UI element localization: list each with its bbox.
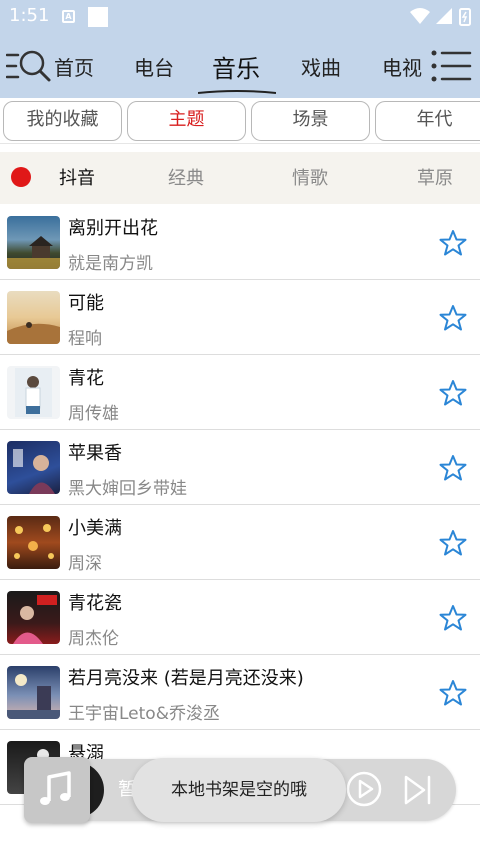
favorite-star-icon[interactable] [439, 529, 467, 557]
song-row[interactable]: 若月亮没来 (若是月亮还没来) 王宇宙Leto&乔浚丞 [0, 655, 480, 730]
song-row[interactable]: 可能 程响 [0, 280, 480, 355]
tab-opera[interactable]: 戏曲 [301, 52, 341, 81]
tab-tv[interactable]: 电视 [382, 52, 422, 81]
song-artist: 周深 [68, 554, 102, 574]
song-cover-image [7, 666, 60, 719]
genre-grassland[interactable]: 草原 [417, 164, 453, 190]
play-icon[interactable] [346, 771, 382, 807]
subtab-favorites[interactable]: 我的收藏 [3, 101, 122, 141]
song-row[interactable]: 青花 周传雄 [0, 355, 480, 430]
notification-a-icon: A [62, 10, 75, 23]
search-icon[interactable] [6, 47, 52, 85]
song-title: 离别开出花 [68, 218, 158, 239]
song-artist: 周杰伦 [68, 629, 119, 649]
status-bar: 1:51 A [0, 0, 480, 34]
active-genre-dot [11, 167, 31, 187]
favorite-star-icon[interactable] [439, 379, 467, 407]
menu-icon[interactable] [430, 48, 472, 84]
genre-love[interactable]: 情歌 [292, 164, 328, 190]
tab-music[interactable]: 音乐 [212, 49, 260, 84]
status-icons [410, 8, 471, 26]
favorite-star-icon[interactable] [439, 679, 467, 707]
music-note-icon [40, 771, 71, 805]
skip-next-icon[interactable] [402, 774, 434, 806]
genre-row: 抖音 经典 情歌 草原 [0, 152, 480, 204]
song-row[interactable]: 青花瓷 周杰伦 [0, 580, 480, 655]
genre-douyin[interactable]: 抖音 [59, 164, 95, 190]
song-title: 可能 [68, 293, 104, 314]
tab-home[interactable]: 首页 [54, 52, 94, 81]
signal-icon [436, 8, 452, 24]
subtab-theme[interactable]: 主题 [127, 101, 246, 141]
song-title: 若月亮没来 (若是月亮还没来) [68, 668, 304, 689]
subtab-scene[interactable]: 场景 [251, 101, 370, 141]
song-artist: 就是南方凯 [68, 254, 153, 274]
sub-tabs: 我的收藏 主题 场景 年代 [0, 98, 480, 144]
song-cover-image [7, 366, 60, 419]
status-time: 1:51 [9, 5, 50, 26]
song-title: 青花 [68, 368, 104, 389]
song-row[interactable]: 苹果香 黑大婶回乡带娃 [0, 430, 480, 505]
toast-message: 本地书架是空的哦 [132, 758, 346, 822]
song-artist: 周传雄 [68, 404, 119, 424]
song-cover-image [7, 441, 60, 494]
song-artist: 黑大婶回乡带娃 [68, 479, 187, 499]
song-title: 小美满 [68, 518, 122, 539]
player-cover[interactable] [24, 757, 90, 823]
song-list: 离别开出花 就是南方凯 可能 程响 青花 周传雄 苹果香 黑大婶回乡带娃 小美满… [0, 205, 480, 853]
song-title: 苹果香 [68, 443, 122, 464]
active-tab-indicator [198, 90, 276, 94]
favorite-star-icon[interactable] [439, 604, 467, 632]
favorite-star-icon[interactable] [439, 229, 467, 257]
top-nav: 首页 电台 音乐 戏曲 电视 [0, 34, 480, 98]
song-cover-image [7, 516, 60, 569]
favorite-star-icon[interactable] [439, 304, 467, 332]
song-cover-image [7, 216, 60, 269]
subtab-era[interactable]: 年代 [375, 101, 480, 141]
song-artist: 王宇宙Leto&乔浚丞 [68, 704, 220, 724]
song-row[interactable]: 离别开出花 就是南方凯 [0, 205, 480, 280]
genre-classic[interactable]: 经典 [168, 164, 204, 190]
song-cover-image [7, 291, 60, 344]
song-title: 青花瓷 [68, 593, 122, 614]
song-artist: 程响 [68, 329, 102, 349]
tab-radio[interactable]: 电台 [134, 52, 174, 81]
app-root: 1:51 A 首页 电台 音乐 戏曲 电视 我的收藏 主题 场景 年代 抖音 经… [0, 0, 480, 853]
song-cover-image [7, 591, 60, 644]
wifi-icon [410, 8, 430, 24]
song-row[interactable]: 小美满 周深 [0, 505, 480, 580]
notification-square-icon [88, 7, 108, 27]
favorite-star-icon[interactable] [439, 454, 467, 482]
